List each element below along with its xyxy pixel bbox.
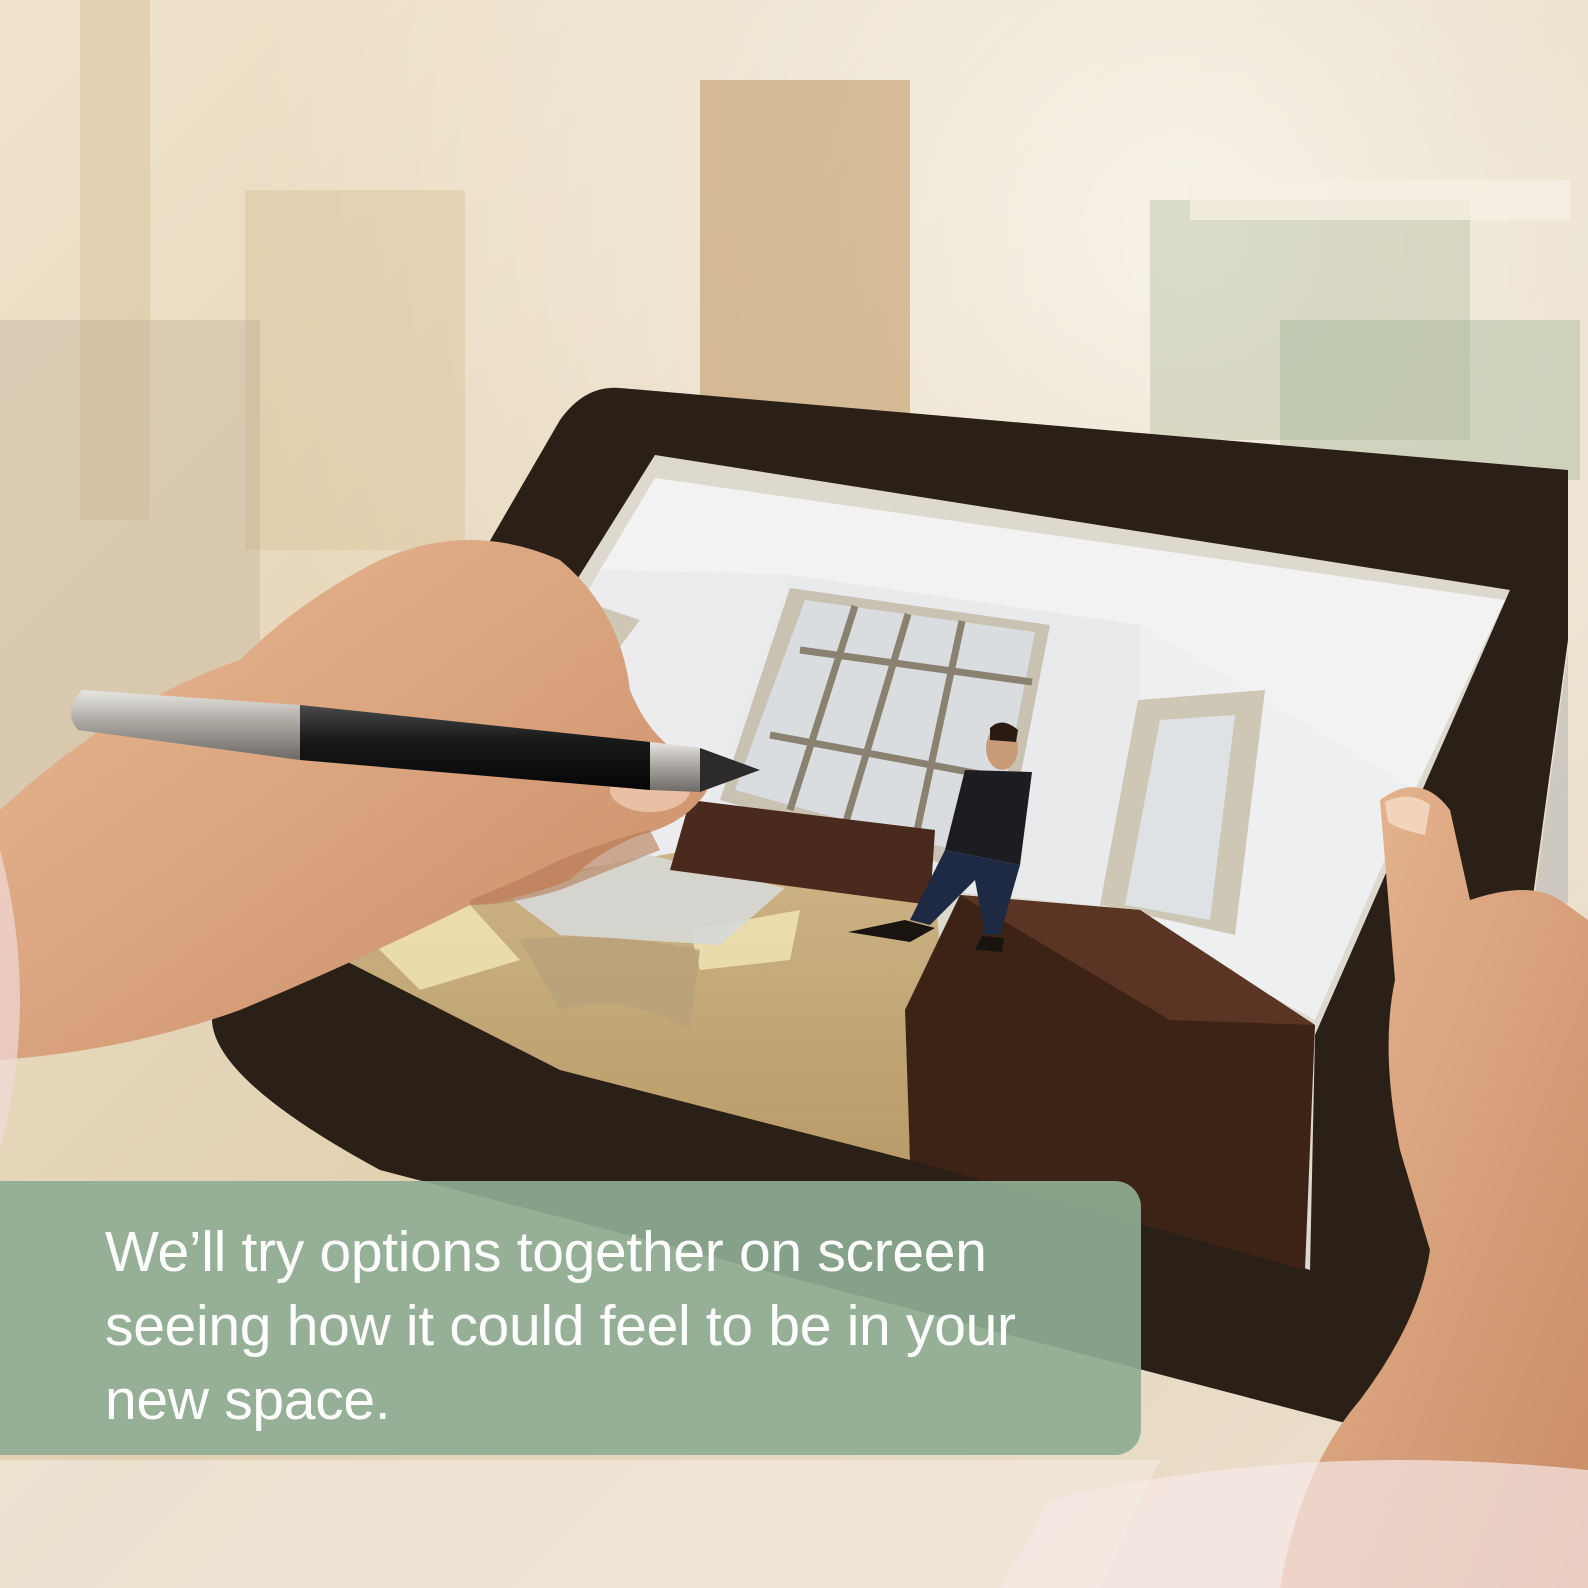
caption-text: We’ll try options together on screen see…	[105, 1220, 1016, 1432]
caption-panel: We’ll try options together on screen see…	[0, 1181, 1141, 1455]
